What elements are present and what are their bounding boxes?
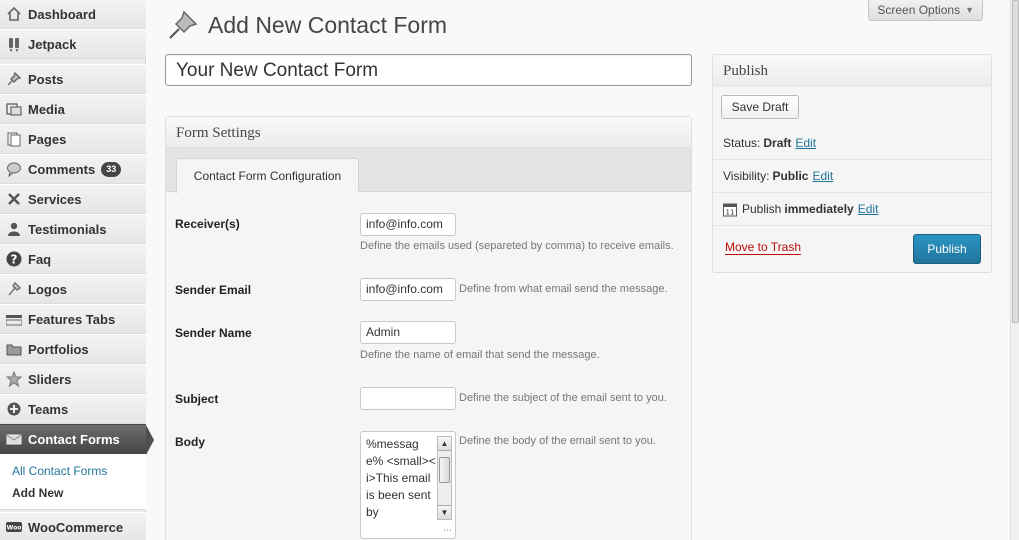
subject-input[interactable]: [360, 387, 456, 410]
publish-actions-divider: [713, 225, 991, 226]
pushpin-icon: [166, 8, 200, 42]
textarea-scrollbar[interactable]: ▲ ▼: [437, 436, 452, 520]
menu-faq[interactable]: ? Faq: [0, 244, 146, 274]
tools-icon: [6, 191, 22, 207]
question-icon: ?: [6, 251, 22, 267]
sender-email-input[interactable]: info@info.com: [360, 278, 456, 301]
svg-text:Woo: Woo: [7, 525, 22, 532]
menu-sliders[interactable]: Sliders: [0, 364, 146, 394]
contact-forms-submenu: All Contact Forms Add New: [0, 454, 146, 510]
main-content: Screen Options ▼ Add New Contact Form Yo…: [146, 0, 1019, 540]
folder-icon: [6, 341, 22, 357]
sender-email-label: Sender Email: [175, 283, 252, 297]
menu-pages[interactable]: Pages: [0, 124, 146, 154]
visibility-row: Visibility: Public Edit: [713, 159, 991, 192]
edit-status-link[interactable]: Edit: [795, 136, 816, 150]
screen-options-button[interactable]: Screen Options ▼: [868, 0, 983, 21]
tab-contact-form-configuration[interactable]: Contact Form Configuration: [176, 158, 359, 193]
scroll-up-arrow-icon[interactable]: ▲: [438, 437, 451, 451]
settings-tabbar: Contact Form Configuration: [166, 148, 691, 193]
scroll-down-arrow-icon[interactable]: ▼: [438, 505, 451, 519]
pages-icon: [6, 131, 22, 147]
envelope-icon: [6, 431, 22, 447]
body-label: Body: [175, 435, 205, 449]
resize-grip-icon[interactable]: ⋯: [443, 525, 452, 536]
menu-dashboard[interactable]: Dashboard: [0, 0, 146, 29]
wrench-icon: [6, 281, 22, 297]
sender-name-label: Sender Name: [175, 326, 252, 340]
body-textarea[interactable]: %message% <small><i>This email is been s…: [360, 431, 456, 539]
page-title: Add New Contact Form: [208, 11, 448, 38]
publish-box: Publish Save Draft Status: Draft Edit Vi…: [712, 54, 992, 273]
subject-label: Subject: [175, 392, 219, 406]
menu-posts[interactable]: Posts: [0, 64, 146, 94]
body-text: %message% <small><i>This email is been s…: [366, 437, 436, 519]
status-value: Draft: [763, 135, 792, 150]
receivers-label: Receiver(s): [175, 217, 240, 231]
menu-contact-forms[interactable]: Contact Forms: [0, 424, 154, 455]
submenu-add-new[interactable]: Add New: [12, 482, 146, 504]
calendar-icon: 11: [723, 202, 737, 217]
page-scrollbar[interactable]: [1010, 0, 1019, 540]
visibility-value: Public: [772, 169, 809, 183]
publish-date-row: 11 Publish immediately Edit: [713, 192, 991, 225]
tabs-icon: [6, 311, 22, 327]
scroll-thumb[interactable]: [439, 457, 450, 483]
status-row: Status: Draft Edit: [723, 135, 817, 150]
receivers-help: Define the emails used (separeted by com…: [360, 240, 674, 252]
menu-testimonials[interactable]: Testimonials: [0, 214, 146, 244]
woo-icon: Woo: [6, 519, 22, 535]
menu-services[interactable]: Services: [0, 184, 146, 214]
menu-comments[interactable]: Comments 33: [0, 154, 146, 184]
page-header: Add New Contact Form: [166, 8, 447, 42]
edit-publish-time-link[interactable]: Edit: [858, 202, 879, 216]
form-title-input[interactable]: Your New Contact Form: [165, 54, 692, 86]
user-icon: [6, 221, 22, 237]
menu-teams[interactable]: Teams: [0, 394, 146, 424]
move-to-trash-link[interactable]: Move to Trash: [725, 240, 802, 255]
svg-text:11: 11: [726, 208, 735, 216]
menu-features-tabs[interactable]: Features Tabs: [0, 304, 146, 334]
form-settings-heading: Form Settings: [166, 117, 691, 148]
publish-heading: Publish: [713, 55, 991, 86]
sender-email-help: Define from what email send the message.: [459, 283, 668, 295]
admin-sidebar: Dashboard Jetpack Posts Media Pages Comm…: [0, 0, 154, 540]
menu-woocommerce[interactable]: Woo WooCommerce: [0, 512, 146, 540]
publish-button[interactable]: Publish: [913, 234, 981, 264]
page-scroll-thumb[interactable]: [1012, 0, 1019, 323]
submenu-all-contact-forms[interactable]: All Contact Forms: [12, 460, 146, 482]
plus-circle-icon: [6, 401, 22, 417]
house-icon: [6, 6, 22, 22]
svg-text:?: ?: [11, 253, 18, 267]
pin-icon: [6, 71, 22, 87]
menu-logos[interactable]: Logos: [0, 274, 146, 304]
body-help: Define the body of the email sent to you…: [459, 435, 656, 447]
publish-time-value: immediately: [784, 202, 854, 216]
edit-visibility-link[interactable]: Edit: [812, 169, 833, 183]
sender-name-input[interactable]: Admin: [360, 321, 456, 344]
menu-media[interactable]: Media: [0, 94, 146, 124]
menu-portfolios[interactable]: Portfolios: [0, 334, 146, 364]
triangle-down-icon: ▼: [965, 5, 974, 15]
form-settings-box: Form Settings Contact Form Configuration…: [165, 116, 692, 540]
speech-bubble-icon: [6, 161, 22, 177]
star-icon: [6, 371, 22, 387]
save-draft-button[interactable]: Save Draft: [721, 95, 799, 119]
media-icon: [6, 101, 22, 117]
jetpack-icon: [6, 36, 22, 52]
comments-count-badge: 33: [101, 161, 122, 177]
subject-help: Define the subject of the email sent to …: [459, 392, 667, 404]
menu-jetpack[interactable]: Jetpack: [0, 29, 146, 59]
sender-name-help: Define the name of email that send the m…: [360, 349, 600, 361]
receivers-input[interactable]: info@info.com: [360, 213, 456, 236]
